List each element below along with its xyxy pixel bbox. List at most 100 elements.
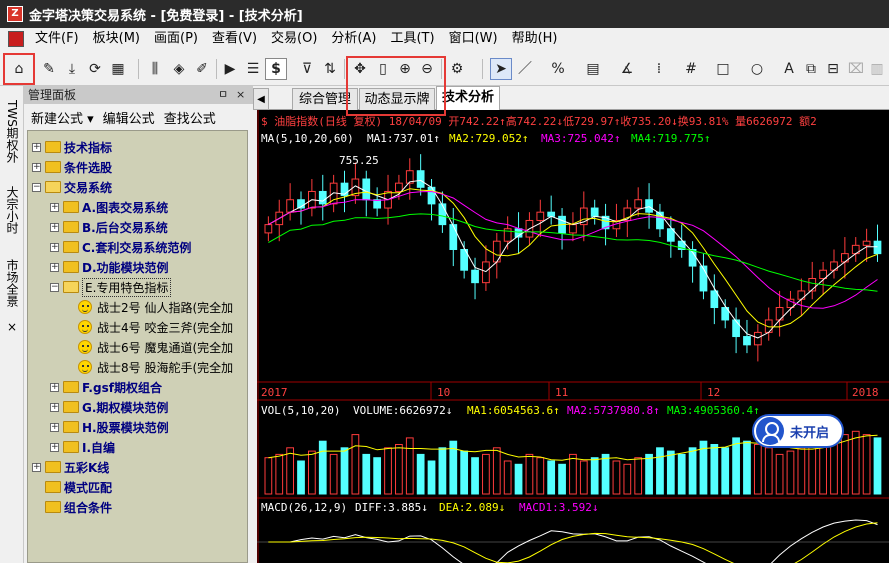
move-icon[interactable]: ✥	[349, 58, 371, 80]
menu-help[interactable]: 帮助(H)	[505, 28, 565, 50]
tree-item[interactable]: 战士2号 仙人指路(完全加	[78, 297, 233, 317]
pin-icon[interactable]: ㅁ	[218, 86, 228, 104]
tree-item[interactable]: − 交易系统	[32, 177, 112, 197]
tree-item[interactable]: 战士8号 股海舵手(完全加	[78, 357, 233, 377]
tab-dynamic-board[interactable]: 动态显示牌	[359, 88, 435, 110]
folder-icon	[63, 421, 79, 433]
tree-item[interactable]: + 五彩K线	[32, 457, 109, 477]
tree-item[interactable]: + B.后台交易系统	[50, 217, 168, 237]
list-icon[interactable]: ☰	[242, 58, 264, 80]
expand-icon[interactable]: +	[50, 202, 59, 212]
collapse-icon[interactable]: −	[32, 182, 41, 192]
refresh-icon[interactable]: ⟳	[84, 58, 106, 80]
volume-bar	[308, 450, 316, 495]
tree-item[interactable]: + D.功能模块范例	[50, 257, 169, 277]
candle-icon[interactable]: ⫼	[144, 58, 166, 80]
menu-logo-icon[interactable]	[8, 31, 24, 47]
bar-icon[interactable]: ▯	[372, 58, 394, 80]
tree-item[interactable]: + C.套利交易系统范例	[50, 237, 191, 257]
text-tool-icon[interactable]: A	[778, 58, 800, 80]
chart-canvas[interactable]	[257, 110, 889, 563]
rectangle-icon[interactable]: □	[712, 58, 734, 80]
menu-sector[interactable]: 板块(M)	[86, 28, 147, 50]
expand-icon[interactable]: +	[32, 462, 41, 472]
tab-overview[interactable]: 综合管理	[292, 88, 358, 110]
tree-item[interactable]: + A.图表交易系统	[50, 197, 168, 217]
tree-item[interactable]: 战士4号 咬金三斧(完全加	[78, 317, 233, 337]
fib-icon[interactable]: ⁞	[648, 58, 670, 80]
tree-item[interactable]: − E.专用特色指标	[50, 277, 172, 297]
copy-icon[interactable]: ⧉	[800, 58, 822, 80]
angle-icon[interactable]: ∡	[616, 58, 638, 80]
volume-bar	[503, 460, 512, 495]
menu-trade[interactable]: 交易(O)	[264, 28, 324, 50]
download-icon[interactable]: ⤓	[61, 58, 83, 80]
tree-item[interactable]: 战士6号 魔鬼通道(完全加	[78, 337, 233, 357]
edit-formula-button[interactable]: 编辑公式	[103, 108, 155, 127]
menu-file[interactable]: 文件(F)	[28, 28, 86, 50]
delete-icon[interactable]: ⌧	[845, 58, 867, 80]
side-tabs-close-icon[interactable]: ×	[3, 318, 21, 334]
tree-item[interactable]: + G.期权模块范例	[50, 397, 168, 417]
chart-area[interactable]: $ 油脂指数(日线 复权) 18/04/09 开742.22↑高742.22↓低…	[257, 110, 889, 563]
play-icon[interactable]: ▶	[219, 58, 241, 80]
percent-icon[interactable]: %	[547, 58, 569, 80]
settings-icon[interactable]: ⚙	[446, 58, 468, 80]
tree-item[interactable]: 模式匹配	[32, 477, 112, 497]
management-panel: TWS期权外 大宗小时 市场全景 × 管理面板 ㅁ × 新建公式 ▾ 编辑公式 …	[0, 86, 253, 563]
zoom-in-icon[interactable]: ⊕	[394, 58, 416, 80]
trash-icon[interactable]: ▥	[866, 58, 888, 80]
lock-icon[interactable]: ⊟	[822, 58, 844, 80]
pencil-icon[interactable]: ✎	[38, 58, 60, 80]
line-tool-icon[interactable]: ／	[514, 58, 536, 80]
candle-body	[645, 199, 653, 213]
tree-item[interactable]: + I.自编	[50, 437, 115, 457]
diamond-icon[interactable]: ◈	[168, 58, 190, 80]
expand-icon[interactable]: +	[50, 402, 59, 412]
cursor-icon[interactable]: ➤	[490, 58, 512, 80]
zoom-out-icon[interactable]: ⊖	[416, 58, 438, 80]
status-badge[interactable]: 未开启	[752, 414, 844, 448]
volume-bar	[862, 434, 871, 495]
menu-analysis[interactable]: 分析(A)	[324, 28, 383, 50]
tree-item[interactable]: + 技术指标	[32, 137, 112, 157]
currency-icon[interactable]: $	[265, 58, 287, 80]
expand-icon[interactable]: +	[50, 222, 59, 232]
menu-tools[interactable]: 工具(T)	[383, 28, 441, 50]
tree-item[interactable]: + H.股票模块范例	[50, 417, 169, 437]
menu-screen[interactable]: 画面(P)	[147, 28, 205, 50]
side-tab-tws[interactable]: TWS期权外	[3, 92, 21, 170]
filter-icon[interactable]: ⊽	[296, 58, 318, 80]
find-formula-button[interactable]: 查找公式	[164, 108, 216, 127]
volume-bar	[634, 457, 643, 495]
expand-icon[interactable]: +	[50, 422, 59, 432]
tree-item[interactable]: + F.gsf期权组合	[50, 377, 162, 397]
grid-menu-icon[interactable]: ▦	[107, 58, 129, 80]
circle-icon[interactable]: ○	[746, 58, 768, 80]
menu-view[interactable]: 查看(V)	[205, 28, 264, 50]
new-formula-button[interactable]: 新建公式 ▾	[31, 108, 94, 127]
folder-icon	[63, 261, 79, 273]
expand-icon[interactable]: +	[50, 262, 59, 272]
edit-icon[interactable]: ✐	[191, 58, 213, 80]
home-icon[interactable]: ⌂	[8, 58, 30, 80]
ruler-icon[interactable]: ▤	[582, 58, 604, 80]
panel-close-icon[interactable]: ×	[236, 86, 245, 104]
hash-icon[interactable]: #	[680, 58, 702, 80]
menu-window[interactable]: 窗口(W)	[442, 28, 505, 50]
ma-line	[268, 190, 878, 309]
expand-icon[interactable]: +	[50, 442, 59, 452]
tab-scroll-left-icon[interactable]: ◀	[253, 88, 269, 110]
side-tab-market[interactable]: 市场全景	[3, 252, 21, 314]
tab-technical-analysis[interactable]: 技术分析	[436, 86, 500, 110]
tree-item[interactable]: + 条件选股	[32, 157, 112, 177]
side-tab-bulk[interactable]: 大宗小时	[3, 178, 21, 242]
collapse-icon[interactable]: −	[50, 282, 59, 292]
expand-icon[interactable]: +	[32, 142, 41, 152]
expand-icon[interactable]: +	[50, 382, 59, 392]
expand-icon[interactable]: +	[32, 162, 41, 172]
ma3-value: MA3:725.042↑	[541, 132, 621, 145]
swap-icon[interactable]: ⇅	[319, 58, 341, 80]
expand-icon[interactable]: +	[50, 242, 59, 252]
tree-item[interactable]: 组合条件	[32, 497, 112, 517]
